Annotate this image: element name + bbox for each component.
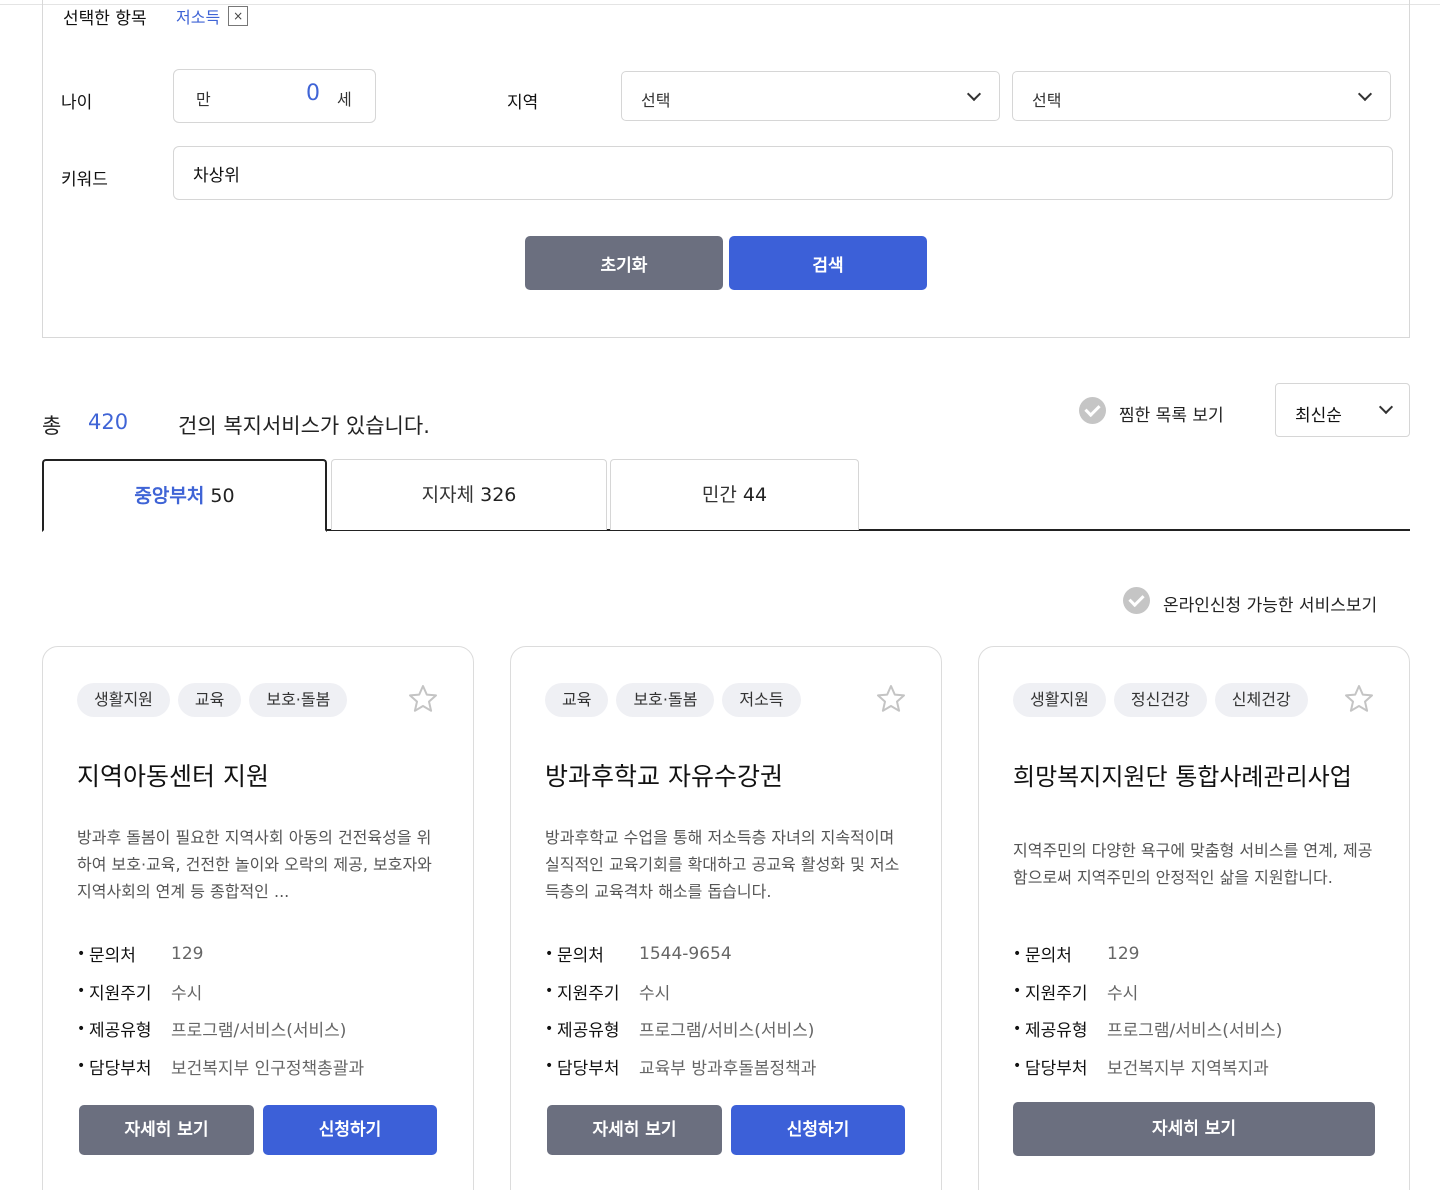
tag: 생활지원 xyxy=(77,683,170,717)
service-card: 생활지원 교육 보호·돌봄 지역아동센터 지원 방과후 돌봄이 필요한 지역사회… xyxy=(42,646,474,1190)
keyword-input[interactable] xyxy=(173,146,1393,200)
card-description: 지역주민의 다양한 욕구에 맞춤형 서비스를 연계, 제공함으로써 지역주민의 … xyxy=(1013,841,1373,887)
region-select-province-value: 선택 xyxy=(641,91,671,110)
tab-central-count: 50 xyxy=(210,485,235,507)
tab-private-label: 민간 xyxy=(701,484,737,506)
detail-button[interactable]: 자세히 보기 xyxy=(79,1105,254,1155)
tag: 저소득 xyxy=(722,683,801,717)
info-dept: 보건복지부 지역복지과 xyxy=(1107,1058,1269,1079)
favorites-toggle[interactable]: 찜한 목록 보기 xyxy=(1119,401,1224,426)
check-icon[interactable] xyxy=(1079,397,1106,424)
region-select-province[interactable]: 선택 xyxy=(621,71,1000,121)
tag: 신체건강 xyxy=(1214,683,1308,717)
info-type: 프로그램/서비스(서비스) xyxy=(639,1021,815,1042)
tab-private[interactable]: 민간 44 xyxy=(610,459,859,530)
info-key: 담당부처 xyxy=(1025,1058,1088,1079)
age-input[interactable]: 0 xyxy=(274,81,320,106)
info-cycle: 수시 xyxy=(639,983,671,1004)
tab-private-count: 44 xyxy=(742,484,768,506)
info-type: 프로그램/서비스(서비스) xyxy=(171,1021,347,1042)
close-icon[interactable]: × xyxy=(228,6,249,26)
tag: 보호·돌봄 xyxy=(616,683,715,717)
total-prefix: 총 xyxy=(42,414,62,438)
tag-list: 교육 보호·돌봄 저소득 xyxy=(545,683,801,717)
card-info: • 문의처 129 • 지원주기 수시 • 제공유형 프로그램/서비스(서비스) • 담당부처… xyxy=(77,935,457,1085)
tag: 교육 xyxy=(545,683,609,717)
age-prefix: 만 xyxy=(196,90,211,109)
tag: 교육 xyxy=(177,683,242,717)
selected-items-label: 선택한 항목 xyxy=(63,9,147,29)
total-count: 420 xyxy=(88,410,129,434)
info-key: 제공유형 xyxy=(557,1021,620,1042)
info-key: 문의처 xyxy=(1025,946,1072,967)
region-select-city-value: 선택 xyxy=(1032,91,1062,110)
service-card: 생활지원 정신건강 신체건강 희망복지지원단 통합사례관리사업 지역주민의 다양… xyxy=(978,646,1410,1190)
total-suffix: 건의 복지서비스가 있습니다. xyxy=(178,414,430,438)
sort-select[interactable]: 최신순 xyxy=(1275,383,1410,437)
info-key: 지원주기 xyxy=(89,983,152,1004)
card-description: 방과후 돌봄이 필요한 지역사회 아동의 건전육성을 위하여 보호·교육, 건전… xyxy=(77,828,432,901)
online-apply-toggle[interactable]: 온라인신청 가능한 서비스보기 xyxy=(1163,591,1377,616)
info-key: 담당부처 xyxy=(557,1058,620,1079)
selected-chip-label: 저소득 xyxy=(176,8,221,27)
info-cycle: 수시 xyxy=(1107,983,1139,1004)
chevron-down-icon xyxy=(966,86,982,102)
card-description: 방과후학교 수업을 통해 저소득층 자녀의 지속적이며 실직적인 교육기회를 확… xyxy=(545,828,900,901)
info-contact: 1544-9654 xyxy=(639,943,732,964)
tag-list: 생활지원 정신건강 신체건강 xyxy=(1013,683,1308,717)
apply-button[interactable]: 신청하기 xyxy=(731,1105,905,1155)
info-dept: 교육부 방과후돌봄정책과 xyxy=(639,1058,817,1079)
tab-local[interactable]: 지자체 326 xyxy=(331,459,607,530)
search-button[interactable]: 검색 xyxy=(729,236,927,290)
info-key: 문의처 xyxy=(557,946,604,967)
tab-local-count: 326 xyxy=(480,484,517,506)
chevron-down-icon xyxy=(1378,399,1394,415)
info-key: 담당부처 xyxy=(89,1058,152,1079)
apply-button[interactable]: 신청하기 xyxy=(263,1105,437,1155)
info-dept: 보건복지부 인구정책총괄과 xyxy=(171,1058,365,1079)
card-info: • 문의처 1544-9654 • 지원주기 수시 • 제공유형 프로그램/서비스(서비스)… xyxy=(545,935,925,1085)
chevron-down-icon xyxy=(1357,86,1373,102)
info-cycle: 수시 xyxy=(171,983,203,1004)
age-suffix: 세 xyxy=(337,90,352,109)
info-key: 지원주기 xyxy=(557,983,620,1004)
tag: 보호·돌봄 xyxy=(249,683,348,717)
keyword-label: 키워드 xyxy=(61,170,108,190)
service-card: 교육 보호·돌봄 저소득 방과후학교 자유수강권 방과후학교 수업을 통해 저소… xyxy=(510,646,942,1190)
info-type: 프로그램/서비스(서비스) xyxy=(1107,1021,1283,1042)
star-icon[interactable] xyxy=(875,683,907,715)
tag: 정신건강 xyxy=(1113,683,1207,717)
region-label: 지역 xyxy=(507,93,539,113)
tab-central-label: 중앙부처 xyxy=(134,485,205,507)
info-key: 문의처 xyxy=(89,946,136,967)
age-label: 나이 xyxy=(61,93,93,113)
tab-central[interactable]: 중앙부처 50 xyxy=(42,459,327,532)
info-key: 지원주기 xyxy=(1025,983,1088,1004)
reset-button[interactable]: 초기화 xyxy=(525,236,723,290)
card-title[interactable]: 희망복지지원단 통합사례관리사업 xyxy=(1013,757,1352,792)
detail-button[interactable]: 자세히 보기 xyxy=(547,1105,722,1155)
star-icon[interactable] xyxy=(407,683,439,715)
tab-local-label: 지자체 xyxy=(421,484,475,506)
tag: 생활지원 xyxy=(1013,683,1106,717)
card-title[interactable]: 지역아동센터 지원 xyxy=(77,757,269,793)
star-icon[interactable] xyxy=(1343,683,1375,715)
info-key: 제공유형 xyxy=(1025,1021,1088,1042)
info-contact: 129 xyxy=(171,943,204,964)
search-panel: 선택한 항목 저소득 × 나이 만 0 세 지역 선택 선택 키워드 초기화 검… xyxy=(42,0,1410,338)
check-icon[interactable] xyxy=(1123,587,1150,614)
detail-button[interactable]: 자세히 보기 xyxy=(1013,1102,1375,1156)
info-key: 제공유형 xyxy=(89,1021,152,1042)
card-title[interactable]: 방과후학교 자유수강권 xyxy=(545,757,783,793)
sort-select-value: 최신순 xyxy=(1295,406,1342,426)
info-contact: 129 xyxy=(1107,943,1140,964)
region-select-city[interactable]: 선택 xyxy=(1012,71,1391,121)
card-info: • 문의처 129 • 지원주기 수시 • 제공유형 프로그램/서비스(서비스) • 담당부처… xyxy=(1013,935,1393,1085)
selected-chip: 저소득 × xyxy=(176,4,249,28)
age-field[interactable]: 만 0 세 xyxy=(173,69,376,123)
tag-list: 생활지원 교육 보호·돌봄 xyxy=(77,683,348,717)
